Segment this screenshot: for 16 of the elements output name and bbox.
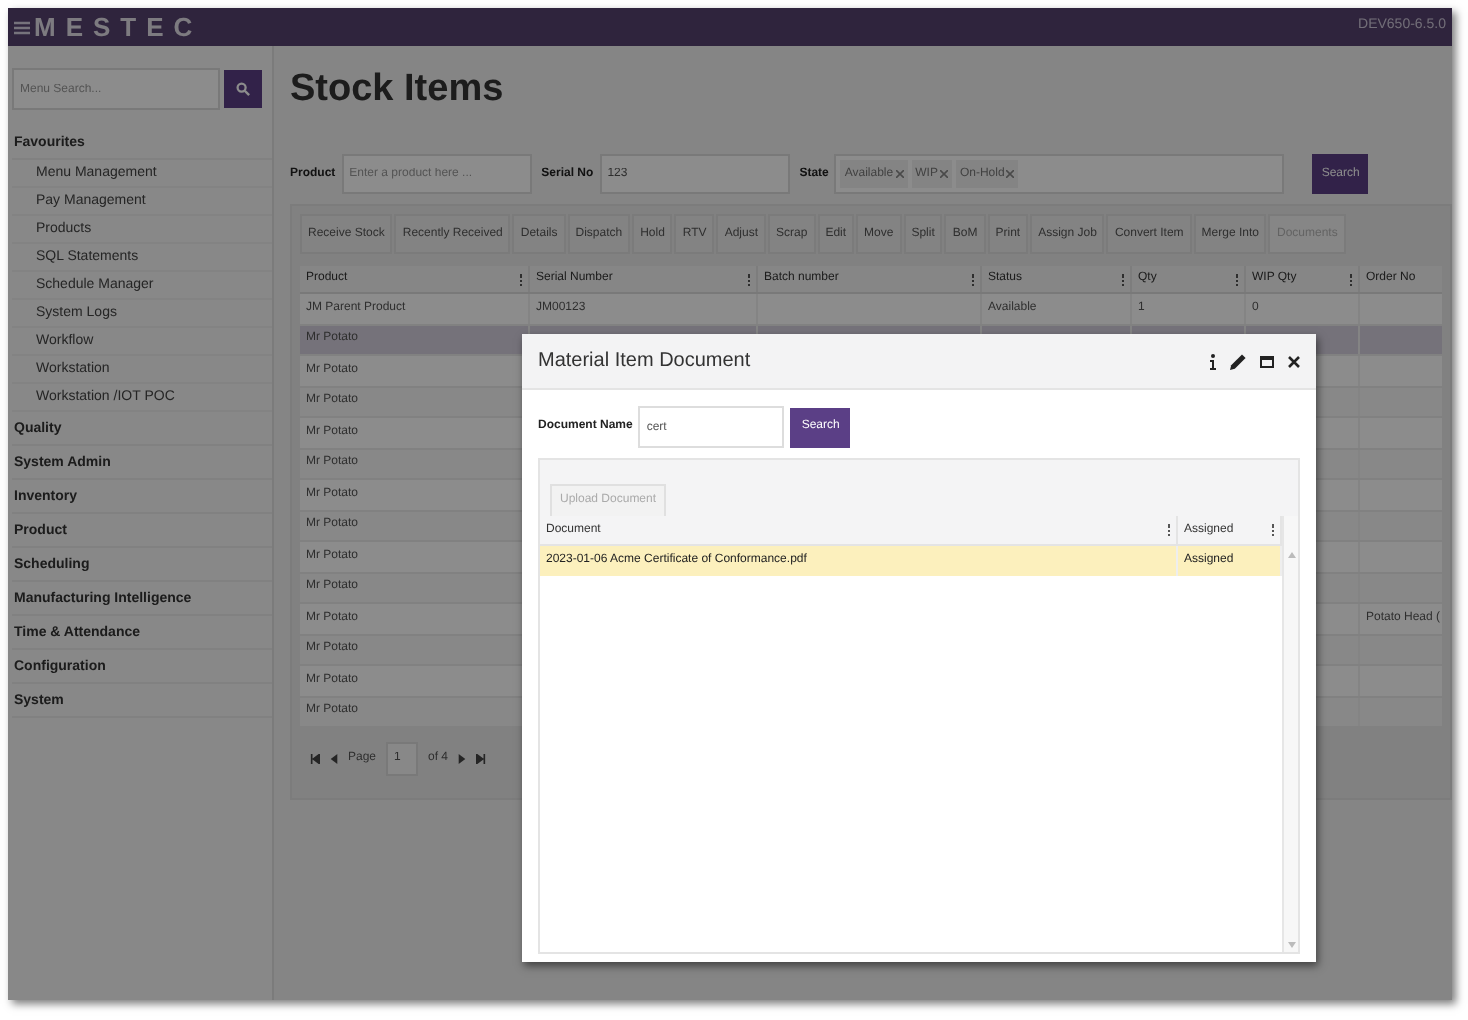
next-page-icon[interactable] <box>458 753 467 763</box>
search-icon <box>236 82 250 96</box>
app-logo: MESTEC <box>34 14 203 40</box>
remove-icon[interactable] <box>1006 170 1015 178</box>
menu-icon[interactable] <box>14 19 30 35</box>
close-icon[interactable] <box>1288 355 1300 367</box>
previous-page-icon[interactable] <box>330 753 338 763</box>
remove-icon[interactable] <box>939 170 948 178</box>
page-title: Stock Items <box>290 70 506 114</box>
first-page-icon[interactable] <box>310 753 320 763</box>
last-page-icon[interactable] <box>476 753 487 763</box>
maximize-icon[interactable] <box>1260 355 1274 367</box>
remove-icon[interactable] <box>895 170 904 178</box>
info-icon[interactable] <box>1210 353 1216 369</box>
dialog-title: Material Item Document <box>538 348 751 376</box>
search-button[interactable] <box>224 70 262 108</box>
